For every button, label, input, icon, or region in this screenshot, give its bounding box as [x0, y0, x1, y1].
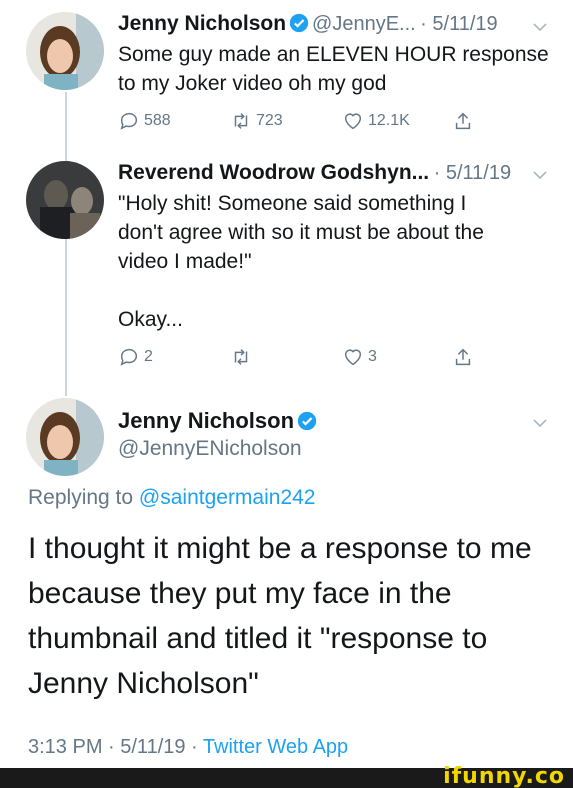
like-button[interactable]: 12.1K [342, 110, 410, 132]
like-count: 3 [368, 348, 377, 365]
tweet-header: Jenny Nicholson @JennyE... · 5/11/19 [118, 12, 563, 36]
tweet-date[interactable]: · 5/11/19 [434, 162, 511, 184]
retweet-icon [234, 113, 248, 129]
tweet-actions: 2 3 [118, 346, 478, 372]
main-tweet-text: I thought it might be a response to me b… [28, 532, 532, 700]
verified-icon [297, 411, 317, 431]
tweet-text: "Holy shit! Someone said something I don… [118, 189, 553, 276]
tweet-text: Some guy made an ELEVEN HOUR response to… [118, 43, 549, 95]
chevron-down-icon[interactable] [531, 166, 549, 184]
reply-button[interactable]: 588 [118, 110, 171, 132]
verified-icon [289, 13, 309, 33]
tweet-text-line: video I made!" [118, 250, 252, 273]
retweet-button[interactable] [230, 346, 252, 368]
share-icon [455, 112, 471, 130]
share-button[interactable] [452, 346, 474, 368]
reply-icon [120, 112, 138, 130]
replying-prefix: Replying to [28, 486, 134, 509]
author-name[interactable]: Reverend Woodrow Godshyn... [118, 161, 429, 184]
thread-line [65, 218, 67, 396]
chevron-down-icon[interactable] [531, 18, 549, 36]
tweet-meta: 3:13 PM · 5/11/19 · Twitter Web App [28, 736, 348, 759]
heart-icon [344, 113, 362, 130]
ifunny-watermark: ifunny.co [443, 764, 565, 788]
tweet-timestamp[interactable]: 3:13 PM · 5/11/19 · [28, 736, 198, 758]
retweet-count: 723 [256, 112, 283, 129]
reply-count: 588 [144, 112, 171, 129]
author-name[interactable]: Jenny Nicholson [118, 408, 294, 433]
share-icon [455, 348, 471, 366]
reply-count: 2 [144, 348, 153, 365]
replying-to: Replying to @saintgermain242 [28, 486, 316, 510]
tweet-actions: 588 723 12.1K [118, 110, 478, 136]
tweet-header: Reverend Woodrow Godshyn... · 5/11/19 [118, 161, 563, 185]
heart-icon [344, 349, 362, 366]
thread-line [65, 92, 67, 170]
author-name[interactable]: Jenny Nicholson [118, 12, 286, 35]
tweet-date[interactable]: · 5/11/19 [420, 13, 497, 35]
avatar[interactable] [26, 161, 104, 239]
replying-mention-link[interactable]: @saintgermain242 [139, 486, 316, 509]
tweet-text-secondary: Okay... [118, 308, 183, 331]
avatar[interactable] [26, 398, 104, 476]
author-handle[interactable]: @JennyE... [312, 13, 416, 35]
share-button[interactable] [452, 110, 474, 132]
chevron-down-icon[interactable] [531, 414, 549, 432]
avatar[interactable] [26, 12, 104, 90]
main-author: Jenny Nicholson [118, 408, 320, 434]
author-handle[interactable]: @JennyENicholson [118, 437, 302, 461]
retweet-icon [234, 349, 248, 365]
tweet-text-line: "Holy shit! Someone said something I [118, 192, 467, 215]
reply-icon [120, 348, 138, 366]
tweet-source-link[interactable]: Twitter Web App [203, 736, 348, 758]
retweet-button[interactable]: 723 [230, 110, 283, 132]
reply-button[interactable]: 2 [118, 346, 153, 368]
tweet-text-line: don't agree with so it must be about the [118, 221, 484, 244]
like-button[interactable]: 3 [342, 346, 377, 368]
like-count: 12.1K [368, 112, 410, 129]
